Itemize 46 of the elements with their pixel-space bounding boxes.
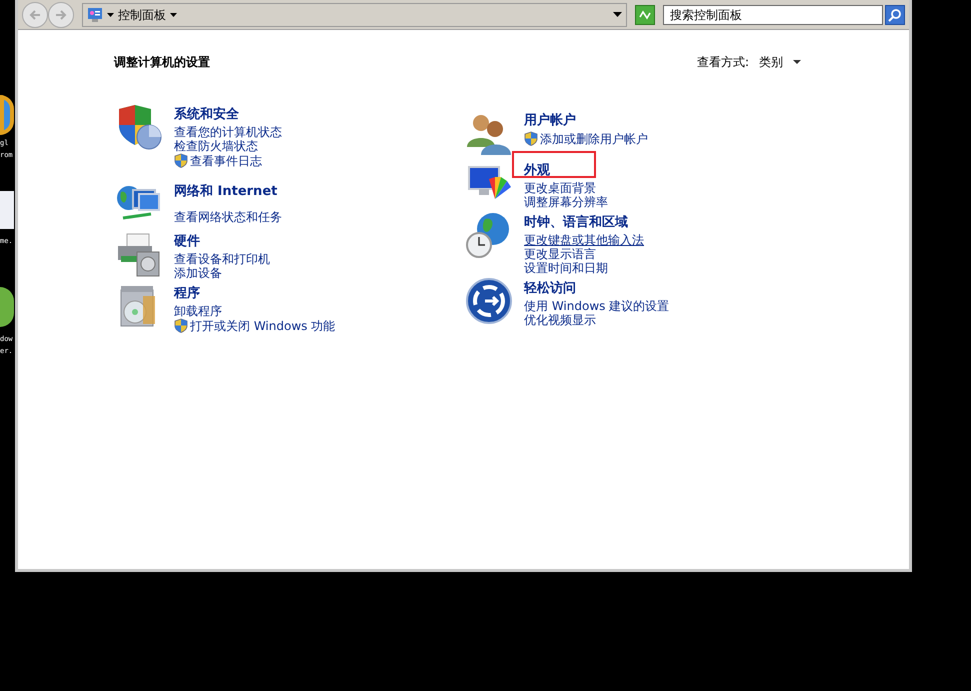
task-link[interactable]: 更改显示语言 bbox=[524, 247, 596, 261]
task-link[interactable]: 查看事件日志 bbox=[190, 154, 262, 168]
category-title-link[interactable]: 程序 bbox=[174, 286, 200, 301]
task-link[interactable]: 添加或删除用户帐户 bbox=[540, 132, 648, 146]
task-link[interactable]: 添加设备 bbox=[174, 266, 222, 280]
back-arrow-icon bbox=[28, 8, 42, 22]
task-link[interactable]: 查看网络状态和任务 bbox=[174, 210, 282, 224]
category-title-link[interactable]: 系统和安全 bbox=[174, 107, 239, 122]
task-link[interactable]: 检查防火墙状态 bbox=[174, 139, 258, 153]
category-title-link[interactable]: 用户帐户 bbox=[524, 113, 576, 128]
search-icon bbox=[888, 8, 902, 22]
forward-arrow-icon bbox=[54, 8, 68, 22]
task-link[interactable]: 查看设备和打印机 bbox=[174, 252, 270, 266]
search-field[interactable]: 搜索控制面板 bbox=[663, 4, 883, 24]
control-panel-icon bbox=[87, 6, 103, 22]
search-button[interactable] bbox=[885, 4, 905, 24]
shield-icon bbox=[174, 318, 188, 333]
task-link[interactable]: 优化视频显示 bbox=[524, 313, 596, 327]
task-link[interactable]: 卸载程序 bbox=[174, 304, 222, 318]
task-link[interactable]: 调整屏幕分辨率 bbox=[524, 195, 608, 209]
shield-icon bbox=[524, 131, 538, 146]
category-title-link[interactable]: 时钟、语言和区域 bbox=[524, 215, 628, 230]
address-text: 控制面板 bbox=[118, 6, 166, 24]
category-title-link[interactable]: 外观 bbox=[524, 163, 550, 178]
refresh-button[interactable] bbox=[635, 4, 655, 24]
task-link[interactable]: 查看您的计算机状态 bbox=[174, 125, 282, 139]
task-link[interactable]: 使用 Windows 建议的设置 bbox=[524, 299, 670, 313]
shield-icon bbox=[174, 153, 188, 168]
desktop-icon[interactable] bbox=[0, 287, 14, 327]
dropdown-caret-icon bbox=[107, 12, 114, 16]
dropdown-caret-icon bbox=[793, 60, 801, 64]
page-title: 调整计算机的设置 bbox=[114, 54, 210, 71]
category-title-link[interactable]: 网络和 Internet bbox=[174, 184, 278, 199]
desktop-icon[interactable] bbox=[0, 95, 14, 135]
task-link[interactable]: 设置时间和日期 bbox=[524, 261, 608, 275]
dropdown-caret-icon bbox=[170, 12, 177, 16]
task-link[interactable]: 打开或关闭 Windows 功能 bbox=[190, 318, 336, 332]
accessibility-icon bbox=[465, 277, 513, 325]
address-bar[interactable]: 控制面板 bbox=[82, 2, 627, 26]
view-by-label: 查看方式: bbox=[696, 54, 749, 71]
dropdown-caret-icon[interactable] bbox=[613, 12, 622, 17]
task-link[interactable]: 更改键盘或其他输入法 bbox=[524, 233, 644, 247]
category-title-link[interactable]: 轻松访问 bbox=[524, 281, 576, 296]
view-by-dropdown[interactable]: 类别 bbox=[759, 53, 801, 71]
category-title-link[interactable]: 硬件 bbox=[174, 234, 200, 249]
task-link[interactable]: 更改桌面背景 bbox=[524, 181, 596, 195]
